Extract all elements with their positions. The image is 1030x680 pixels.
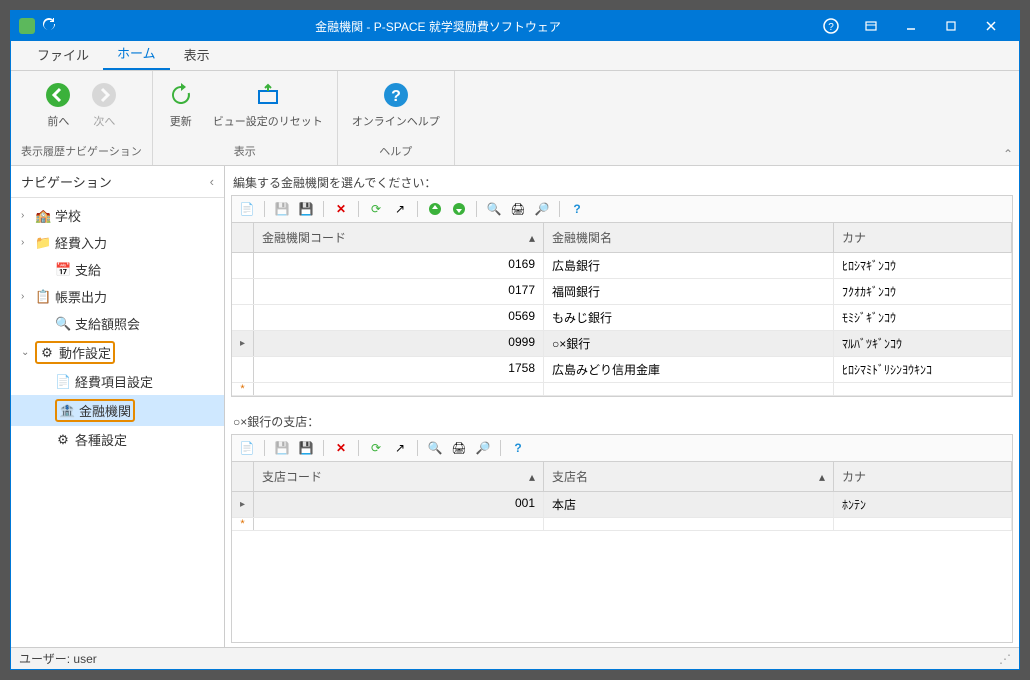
up-icon[interactable] (426, 200, 444, 218)
svg-text:?: ? (391, 88, 401, 105)
nav-item[interactable]: ⌄⚙動作設定 (11, 337, 224, 368)
forward-button[interactable]: 次へ (86, 77, 122, 133)
col-branch-name: 支店名▴ (544, 462, 834, 491)
window-title: 金融機関 - P-SPACE 就学奨励費ソフトウェア (65, 18, 811, 35)
delete-icon[interactable]: ✕ (332, 439, 350, 457)
app-window: 金融機関 - P-SPACE 就学奨励費ソフトウェア ? ファイル ホーム 表示… (10, 10, 1020, 670)
quick-refresh-icon[interactable] (41, 17, 57, 36)
statusbar: ユーザー: user ⋰ (11, 647, 1019, 669)
nav-header: ナビゲーション ‹ (11, 166, 224, 198)
refresh-icon[interactable]: ⟳ (367, 200, 385, 218)
svg-text:?: ? (828, 22, 834, 33)
save-close-icon[interactable]: 💾 (297, 439, 315, 457)
ribbon-group-nav: 前へ 次へ 表示履歴ナビゲーション (11, 71, 153, 165)
save-close-icon[interactable]: 💾 (297, 200, 315, 218)
sort-icon[interactable]: ▴ (819, 470, 825, 484)
branch-toolbar: 📄 💾 💾 ✕ ⟳ ↗ 🔍 🖨 🔎 ? (231, 434, 1013, 461)
new-icon[interactable]: 📄 (238, 439, 256, 457)
save-icon[interactable]: 💾 (273, 439, 291, 457)
refresh-button[interactable]: 更新 (163, 77, 199, 133)
restore-layout-button[interactable] (851, 11, 891, 41)
preview-icon[interactable]: 🔍 (485, 200, 503, 218)
new-icon[interactable]: 📄 (238, 200, 256, 218)
status-user: ユーザー: user (19, 650, 97, 667)
maximize-button[interactable] (931, 11, 971, 41)
nav-item[interactable]: 📅支給 (11, 256, 224, 283)
col-bank-kana[interactable]: カナ (834, 223, 1012, 252)
nav-item[interactable]: ›📁経費入力 (11, 229, 224, 256)
sort-icon[interactable]: ▴ (529, 470, 535, 484)
ribbon-group-help: ? オンラインヘルプ ヘルプ (338, 71, 455, 165)
nav-item[interactable]: ⚙各種設定 (11, 426, 224, 453)
bank-grid[interactable]: 金融機関コード▴ 金融機関名 カナ 0169広島銀行ﾋﾛｼﾏｷﾞﾝｺｳ0177福… (231, 222, 1013, 397)
print-icon[interactable]: 🖨 (450, 439, 468, 457)
save-icon[interactable]: 💾 (273, 200, 291, 218)
nav-item[interactable]: 📄経費項目設定 (11, 368, 224, 395)
navigation-panel: ナビゲーション ‹ ›🏫学校›📁経費入力📅支給›📋帳票出力🔍支給額照会⌄⚙動作設… (11, 166, 225, 647)
nav-item[interactable]: ›📋帳票出力 (11, 283, 224, 310)
search-icon[interactable]: 🔎 (474, 439, 492, 457)
menu-file[interactable]: ファイル (23, 39, 103, 70)
table-row[interactable]: 0569もみじ銀行ﾓﾐｼﾞｷﾞﾝｺｳ (232, 305, 1012, 331)
export-icon[interactable]: ↗ (391, 200, 409, 218)
table-row[interactable]: 0177福岡銀行ﾌｸｵｶｷﾞﾝｺｳ (232, 279, 1012, 305)
help-button[interactable]: ? (811, 11, 851, 41)
nav-item[interactable]: ›🏫学校 (11, 202, 224, 229)
refresh-icon[interactable]: ⟳ (367, 439, 385, 457)
new-row[interactable]: * (232, 518, 1012, 531)
menubar: ファイル ホーム 表示 (11, 41, 1019, 71)
ribbon-collapse-icon[interactable]: ⌃ (1003, 147, 1013, 161)
help-icon[interactable]: ? (568, 200, 586, 218)
bank-prompt: 編集する金融機関を選んでください： (231, 170, 1013, 195)
resize-grip-icon[interactable]: ⋰ (999, 652, 1011, 666)
delete-icon[interactable]: ✕ (332, 200, 350, 218)
table-row[interactable]: 0169広島銀行ﾋﾛｼﾏｷﾞﾝｺｳ (232, 253, 1012, 279)
sort-icon[interactable]: ▴ (529, 231, 535, 245)
back-button[interactable]: 前へ (40, 77, 76, 133)
content: ナビゲーション ‹ ›🏫学校›📁経費入力📅支給›📋帳票出力🔍支給額照会⌄⚙動作設… (11, 166, 1019, 647)
search-icon[interactable]: 🔎 (533, 200, 551, 218)
menu-view[interactable]: 表示 (170, 39, 224, 70)
down-icon[interactable] (450, 200, 468, 218)
online-help-button[interactable]: ? オンラインヘルプ (348, 77, 444, 133)
table-row[interactable]: 1758広島みどり信用金庫ﾋﾛｼﾏﾐﾄﾞﾘｼﾝﾖｳｷﾝｺ (232, 357, 1012, 383)
ribbon-group-display: 更新 ビュー設定のリセット 表示 (153, 71, 338, 165)
branch-grid[interactable]: 支店コード▴ 支店名▴ カナ ▸001本店ﾎﾝﾃﾝ * (231, 461, 1013, 643)
app-icon (19, 18, 35, 34)
preview-icon[interactable]: 🔍 (426, 439, 444, 457)
col-bank-code: 金融機関コード▴ (254, 223, 544, 252)
close-button[interactable] (971, 11, 1011, 41)
main-panel: 編集する金融機関を選んでください： 📄 💾 💾 ✕ ⟳ ↗ 🔍 🖨 🔎 (225, 166, 1019, 647)
nav-item[interactable]: 🔍支給額照会 (11, 310, 224, 337)
print-icon[interactable]: 🖨 (509, 200, 527, 218)
minimize-button[interactable] (891, 11, 931, 41)
table-row[interactable]: ▸001本店ﾎﾝﾃﾝ (232, 492, 1012, 518)
col-bank-name[interactable]: 金融機関名 (544, 223, 834, 252)
nav-tree: ›🏫学校›📁経費入力📅支給›📋帳票出力🔍支給額照会⌄⚙動作設定📄経費項目設定🏦金… (11, 198, 224, 457)
new-row[interactable]: * (232, 383, 1012, 396)
bank-toolbar: 📄 💾 💾 ✕ ⟳ ↗ 🔍 🖨 🔎 ? (231, 195, 1013, 222)
nav-item[interactable]: 🏦金融機関 (11, 395, 224, 426)
nav-collapse-icon[interactable]: ‹ (210, 174, 214, 189)
table-row[interactable]: ▸0999○×銀行ﾏﾙﾊﾞﾂｷﾞﾝｺｳ (232, 331, 1012, 357)
ribbon: 前へ 次へ 表示履歴ナビゲーション 更新 ビュー設定のリセット (11, 71, 1019, 166)
menu-home[interactable]: ホーム (103, 37, 170, 70)
branch-prompt: ○×銀行の支店： (231, 409, 1013, 434)
col-branch-code: 支店コード▴ (254, 462, 544, 491)
help-icon[interactable]: ? (509, 439, 527, 457)
export-icon[interactable]: ↗ (391, 439, 409, 457)
reset-view-button[interactable]: ビュー設定のリセット (209, 77, 327, 133)
col-branch-kana[interactable]: カナ (834, 462, 1012, 491)
